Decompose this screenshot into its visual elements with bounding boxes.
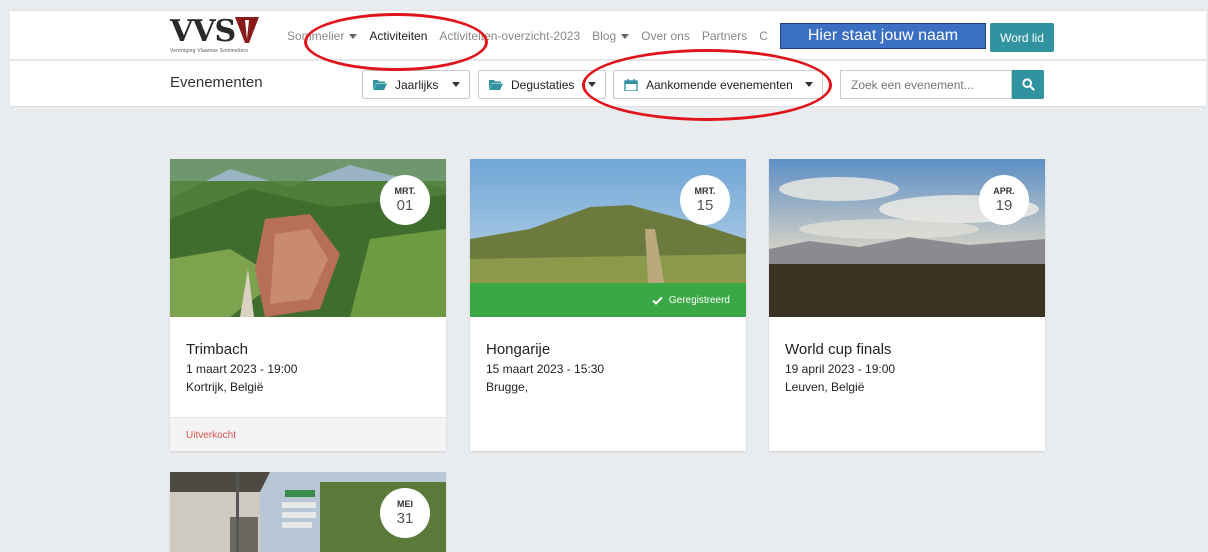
registered-status: Geregistreerd [470, 283, 746, 317]
event-datetime: 1 maart 2023 - 19:00 [186, 362, 298, 376]
vvs-logo[interactable]: VVS Vereniging Vlaamse Sommeliers [170, 17, 280, 57]
chevron-down-icon [588, 82, 596, 87]
nav-item-activiteiten-overzicht[interactable]: Activiteiten-overzicht-2023 [439, 29, 580, 43]
calendar-icon [624, 78, 638, 91]
filter-tastings-dropdown[interactable]: Degustaties [478, 70, 606, 99]
nav-item-blog[interactable]: Blog [592, 29, 630, 43]
logo-text: VVS [170, 17, 280, 47]
filter-yearly-dropdown[interactable]: Jaarlijks [362, 70, 470, 99]
page-title: Evenementen [170, 74, 263, 91]
event-location: Brugge, [486, 380, 529, 394]
wine-glass-logo-icon [235, 17, 260, 43]
date-badge: APR. 19 [979, 175, 1029, 225]
folder-open-icon [489, 80, 503, 90]
event-datetime: 19 april 2023 - 19:00 [785, 362, 896, 376]
filter-bar: Evenementen Jaarlijks Degustaties Aankom… [10, 61, 1206, 107]
search-icon [1021, 78, 1035, 91]
check-icon [652, 296, 663, 305]
event-card[interactable]: Geregistreerd MRT. 15 Hongarije 15 maart… [470, 159, 746, 451]
search-button[interactable] [1012, 70, 1044, 99]
nav-item-partners[interactable]: Partners [702, 29, 747, 43]
logo-subtitle: Vereniging Vlaamse Sommeliers [170, 48, 249, 54]
nav-item-contact[interactable]: C [759, 29, 768, 43]
event-title[interactable]: Hongarije [486, 341, 604, 358]
join-button[interactable]: Word lid [990, 23, 1054, 52]
date-badge: MEI 31 [380, 488, 430, 538]
date-badge: MRT. 15 [680, 175, 730, 225]
chevron-down-icon [452, 82, 460, 87]
event-card-body: Trimbach 1 maart 2023 - 19:00 Kortrijk, … [186, 341, 297, 394]
filter-upcoming-dropdown[interactable]: Aankomende evenementen [613, 70, 823, 99]
event-location: Leuven, België [785, 380, 865, 394]
event-card[interactable]: APR. 19 World cup finals 19 april 2023 -… [769, 159, 1045, 451]
nav-item-sommelier[interactable]: Sommelier [287, 29, 358, 43]
nav-item-activiteiten[interactable]: Activiteiten [369, 29, 427, 43]
chevron-down-icon [621, 33, 630, 39]
chevron-down-icon [349, 33, 358, 39]
event-card-body: World cup finals 19 april 2023 - 19:00 L… [785, 341, 895, 394]
event-search-input[interactable] [840, 70, 1012, 99]
top-navbar: VVS Vereniging Vlaamse Sommeliers Sommel… [10, 10, 1206, 60]
event-location: Kortrijk, België [186, 380, 264, 394]
main-nav: Sommelier Activiteiten Activiteiten-over… [287, 11, 780, 61]
nav-item-over-ons[interactable]: Over ons [641, 29, 690, 43]
event-card[interactable]: MRT. 01 Trimbach 1 maart 2023 - 19:00 Ko… [170, 159, 446, 451]
event-card[interactable]: MEI 31 [170, 472, 446, 552]
event-title[interactable]: World cup finals [785, 341, 895, 358]
date-badge: MRT. 01 [380, 175, 430, 225]
folder-open-icon [373, 80, 387, 90]
chevron-down-icon [805, 82, 813, 87]
event-card-body: Hongarije 15 maart 2023 - 15:30 Brugge, [486, 341, 604, 394]
user-name-overlay: Hier staat jouw naam [780, 23, 986, 49]
event-datetime: 15 maart 2023 - 15:30 [486, 362, 605, 376]
event-title[interactable]: Trimbach [186, 341, 297, 358]
sold-out-status: Uitverkocht [170, 417, 446, 451]
